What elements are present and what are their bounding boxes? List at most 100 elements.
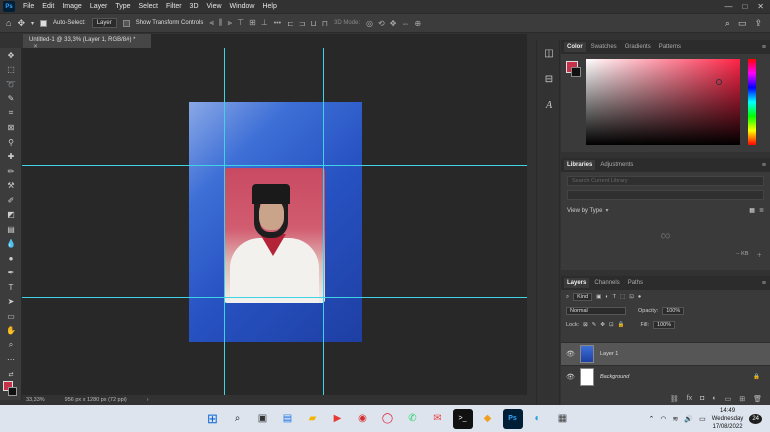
filter-smart-object-icon[interactable]: ⊡ xyxy=(629,294,634,300)
wifi-icon[interactable]: ≋ xyxy=(673,415,679,423)
file-explorer-icon[interactable]: ▰ xyxy=(303,409,323,429)
search-icon[interactable]: ⌕ xyxy=(725,18,730,29)
align-top-icon[interactable]: ⊤ xyxy=(237,18,244,28)
delete-layer-icon[interactable]: 🗑 xyxy=(753,395,762,403)
menu-layer[interactable]: Layer xyxy=(86,3,112,10)
notification-badge[interactable]: 24 xyxy=(749,413,762,424)
chevron-up-icon[interactable]: ⌃ xyxy=(649,415,655,423)
eye-icon[interactable]: 👁 xyxy=(566,350,575,358)
gradient-tool-icon[interactable]: ▤ xyxy=(0,222,22,237)
background-color-swatch[interactable] xyxy=(8,387,17,396)
lock-all-icon[interactable]: 🔒 xyxy=(618,322,625,328)
hand-tool-icon[interactable]: ✋ xyxy=(0,324,22,339)
brush-tool-icon[interactable]: ✏ xyxy=(0,164,22,179)
chevron-down-icon[interactable]: ▾ xyxy=(31,20,34,27)
tab-swatches[interactable]: Swatches xyxy=(588,42,620,52)
filter-type-icon[interactable]: T xyxy=(613,294,616,300)
menu-file[interactable]: File xyxy=(19,3,38,10)
quick-select-tool-icon[interactable]: ✎ xyxy=(0,92,22,107)
library-search-input[interactable]: Search Current Library xyxy=(567,176,764,186)
distribute-center-icon[interactable]: ⊐ xyxy=(299,19,306,28)
volume-icon[interactable]: 🔊 xyxy=(684,415,693,423)
share-icon[interactable]: ⇪ xyxy=(754,18,762,29)
chevron-down-icon[interactable]: ▾ xyxy=(605,207,608,214)
auto-select-checkbox[interactable] xyxy=(40,19,47,27)
chevron-right-icon[interactable]: › xyxy=(147,397,149,403)
terminal-icon[interactable]: >_ xyxy=(452,408,473,429)
tab-gradients[interactable]: Gradients xyxy=(622,42,654,52)
zoom-level[interactable]: 33,33% xyxy=(26,397,45,403)
sublime-icon[interactable]: ◆ xyxy=(478,409,498,429)
link-layers-icon[interactable]: ⛓ xyxy=(670,395,679,403)
panel-menu-icon[interactable]: ≡ xyxy=(762,44,770,51)
clock[interactable]: 14:49 Wednesday 17/08/2022 xyxy=(712,407,744,431)
filter-kind-dropdown[interactable]: Kind xyxy=(573,293,593,301)
tab-adjustments[interactable]: Adjustments xyxy=(597,160,636,170)
vertical-guide[interactable] xyxy=(323,48,324,395)
orbit-3d-icon[interactable]: ◎ xyxy=(366,19,373,28)
lock-artboard-icon[interactable]: ⊡ xyxy=(609,322,614,328)
type-tool-icon[interactable]: T xyxy=(0,280,22,295)
pan-3d-icon[interactable]: ✥ xyxy=(390,19,397,28)
tab-channels[interactable]: Channels xyxy=(591,278,622,288)
slide-3d-icon[interactable]: ⇔ xyxy=(401,19,409,28)
group-icon[interactable]: ▭ xyxy=(725,395,732,403)
lasso-tool-icon[interactable]: ➰ xyxy=(0,77,22,92)
edit-toolbar-icon[interactable]: ⋯ xyxy=(0,353,22,368)
show-transform-checkbox[interactable] xyxy=(122,19,130,27)
distribute-top-icon[interactable]: ⊓ xyxy=(322,19,328,28)
task-view-icon[interactable]: ▣ xyxy=(253,409,273,429)
search-icon[interactable]: ⌕ xyxy=(228,409,248,429)
home-icon[interactable]: ⌂ xyxy=(6,18,11,28)
more-options-button[interactable]: ••• xyxy=(274,20,281,27)
whatsapp-icon[interactable]: ✆ xyxy=(403,409,423,429)
dodge-tool-icon[interactable]: ● xyxy=(0,251,22,266)
menu-3d[interactable]: 3D xyxy=(186,3,203,10)
default-colors-icon[interactable]: ⇄ xyxy=(0,367,22,382)
frame-tool-icon[interactable]: ⊠ xyxy=(0,121,22,136)
add-library-icon[interactable]: ＋ xyxy=(756,251,762,259)
filter-adjustment-icon[interactable]: ◐ xyxy=(605,294,608,300)
align-left-icon[interactable]: ⫷ xyxy=(209,18,214,28)
align-right-icon[interactable]: ⫸ xyxy=(228,18,233,28)
color-picker-cursor[interactable] xyxy=(716,79,722,85)
tab-color[interactable]: Color xyxy=(564,42,586,52)
rectangle-tool-icon[interactable]: ▭ xyxy=(0,309,22,324)
maximize-button[interactable]: □ xyxy=(742,2,747,11)
calculator-icon[interactable]: ▦ xyxy=(553,409,573,429)
media-app-icon[interactable]: ▶ xyxy=(328,409,348,429)
library-dropdown[interactable] xyxy=(567,190,764,200)
marquee-tool-icon[interactable]: ⬚ xyxy=(0,63,22,78)
layer-row-background[interactable]: 👁 Background 🔒 xyxy=(561,365,770,388)
start-icon[interactable]: ⊞ xyxy=(203,409,223,429)
menu-help[interactable]: Help xyxy=(258,3,280,10)
panel-menu-icon[interactable]: ≡ xyxy=(762,280,770,287)
opera-icon[interactable]: ◯ xyxy=(378,409,398,429)
lock-pixels-icon[interactable]: ✎ xyxy=(592,322,597,328)
tab-layers[interactable]: Layers xyxy=(564,278,590,288)
healing-brush-tool-icon[interactable]: ✚ xyxy=(0,150,22,165)
crop-tool-icon[interactable]: ⌗ xyxy=(0,106,22,121)
path-select-tool-icon[interactable]: ➤ xyxy=(0,295,22,310)
move-tool-icon[interactable]: ✥ xyxy=(0,48,22,63)
menu-view[interactable]: View xyxy=(203,3,226,10)
filter-toggle-icon[interactable]: ● xyxy=(638,294,641,300)
lock-position-icon[interactable]: ✥ xyxy=(600,322,605,328)
color-background-swatch[interactable] xyxy=(571,67,581,77)
mail-icon[interactable]: ✉ xyxy=(428,409,448,429)
history-panel-icon[interactable]: ◫ xyxy=(537,40,561,66)
distribute-left-icon[interactable]: ⊏ xyxy=(287,19,294,28)
auto-select-target-dropdown[interactable]: Layer xyxy=(91,18,117,28)
character-panel-icon[interactable]: A xyxy=(537,92,561,118)
close-button[interactable]: ✕ xyxy=(757,2,764,11)
library-view-dropdown[interactable]: View by Type xyxy=(567,208,602,214)
tab-paths[interactable]: Paths xyxy=(625,278,646,288)
layer-name[interactable]: Background xyxy=(600,374,629,380)
menu-filter[interactable]: Filter xyxy=(162,3,186,10)
list-view-icon[interactable]: ≣ xyxy=(759,207,764,214)
tab-libraries[interactable]: Libraries xyxy=(564,160,596,170)
lock-transparent-icon[interactable]: ⊠ xyxy=(583,322,588,328)
eraser-tool-icon[interactable]: ◩ xyxy=(0,208,22,223)
blur-tool-icon[interactable]: 💧 xyxy=(0,237,22,252)
adjustment-layer-icon[interactable]: ◐ xyxy=(712,395,716,402)
